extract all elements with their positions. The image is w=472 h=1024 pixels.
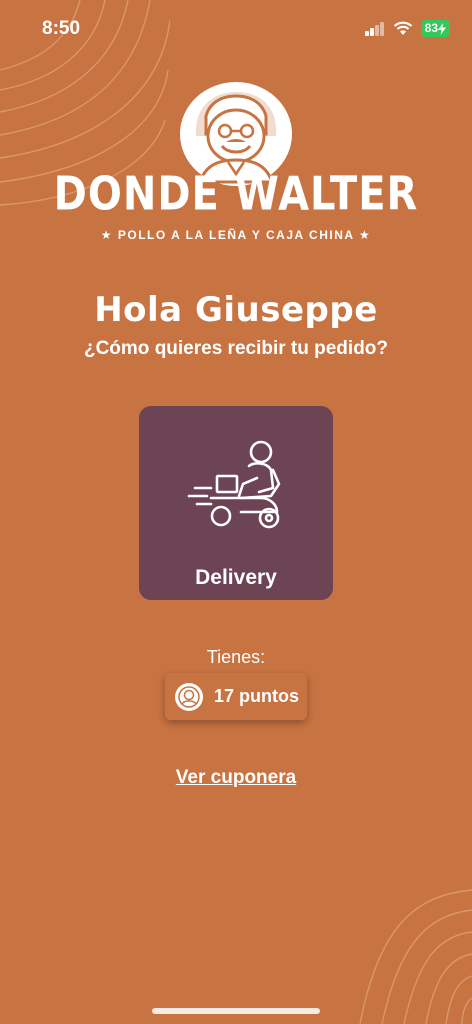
mascot-avatar: [175, 682, 203, 711]
points-badge[interactable]: 17 puntos: [165, 673, 307, 720]
points-count: 17 puntos: [214, 686, 300, 706]
brand-name: DONDE WALTER: [53, 168, 419, 221]
home-indicator[interactable]: [152, 1008, 320, 1014]
points-intro: Tienes:: [206, 647, 266, 667]
delivery-label: Delivery: [195, 566, 277, 589]
topo-lines-bottom-right: [359, 889, 472, 1024]
greeting-title: Hola Giuseppe: [94, 290, 378, 330]
status-bar: 8:50 83: [0, 0, 472, 60]
delivery-option-card[interactable]: Delivery: [139, 406, 333, 600]
cellular-signal-icon: [364, 21, 384, 36]
battery-level: 83: [424, 21, 438, 35]
status-icons: 83: [364, 20, 450, 37]
status-time: 8:50: [42, 18, 81, 39]
order-method-question: ¿Cómo quieres recibir tu pedido?: [83, 338, 389, 359]
view-coupons-link[interactable]: Ver cuponera: [0, 767, 472, 789]
mascot-avatar-icon: [178, 685, 200, 708]
charging-bolt-icon: [438, 22, 446, 35]
wifi-icon: [393, 21, 412, 35]
delivery-scooter-icon: [187, 440, 281, 529]
battery-indicator: 83: [420, 20, 450, 37]
brand-tagline: ★ POLLO A LA LEÑA Y CAJA CHINA ★: [100, 228, 372, 242]
